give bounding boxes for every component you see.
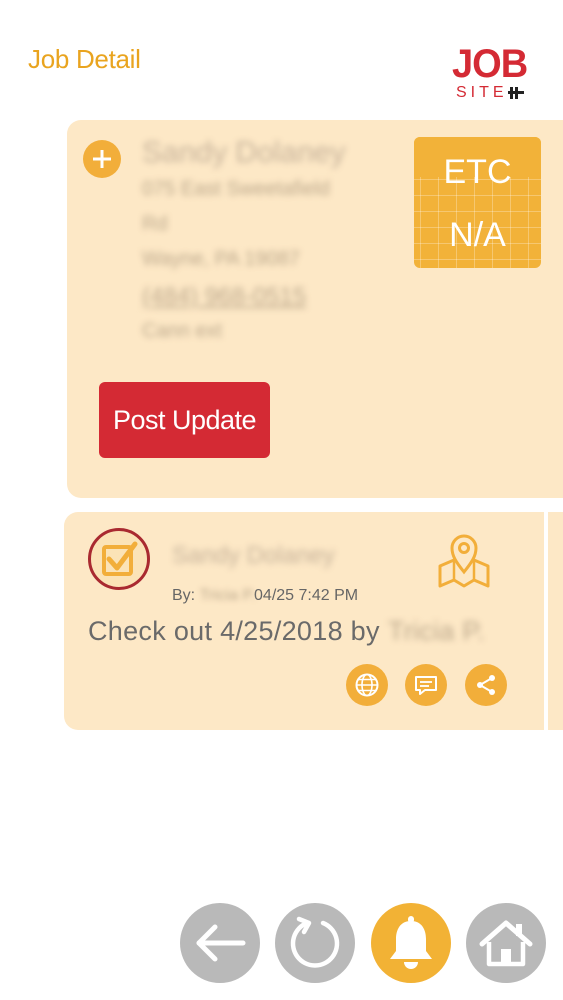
logo-job-text: JOB — [452, 42, 528, 86]
checkout-text: Check out 4/25/2018 by Tricia P. — [88, 616, 485, 647]
phone-link[interactable]: (484) 968-0515 — [142, 283, 306, 311]
refresh-button[interactable] — [275, 903, 355, 983]
logo-mark-icon — [508, 87, 524, 99]
customer-note: Cann ext — [142, 320, 223, 342]
notifications-button[interactable] — [371, 903, 451, 983]
comment-button[interactable] — [405, 664, 447, 706]
etc-calendar-box: ETC N/A — [414, 137, 541, 268]
address-line-3: Wayne, PA 19087 — [142, 248, 300, 270]
home-icon — [479, 920, 533, 967]
by-label: By: — [172, 587, 196, 604]
etc-value: N/A — [449, 216, 506, 254]
arrow-left-icon — [196, 924, 246, 962]
logo-site-text: SITE — [456, 84, 508, 101]
checkmark-icon — [102, 541, 138, 576]
activity-byline: By: Tricia P. 04/25 7:42 PM — [172, 587, 358, 605]
plus-icon — [93, 150, 111, 168]
add-button[interactable] — [83, 140, 121, 178]
comment-icon — [415, 676, 437, 695]
next-card-edge — [548, 512, 563, 730]
address-line-1: 075 East Sweetafield — [142, 178, 330, 200]
share-button[interactable] — [465, 664, 507, 706]
by-user: Tricia P. — [199, 587, 256, 604]
customer-name: Sandy Dolaney — [142, 136, 346, 169]
page-title: Job Detail — [28, 44, 141, 74]
refresh-icon — [290, 916, 340, 968]
address-line-2: Rd — [142, 213, 168, 235]
activity-customer-name: Sandy Dolaney — [172, 542, 335, 569]
map-pin-icon[interactable] — [434, 526, 494, 590]
etc-label: ETC — [443, 153, 512, 191]
home-button[interactable] — [466, 903, 546, 983]
jobsite-logo: JOB SITE — [452, 44, 538, 106]
activity-timestamp: 04/25 7:42 PM — [254, 587, 359, 604]
job-card: Sandy Dolaney 075 East Sweetafield Rd Wa… — [67, 120, 563, 498]
checkout-user: Tricia P. — [387, 616, 486, 646]
activity-card: Sandy Dolaney By: Tricia P. 04/25 7:42 P… — [64, 512, 544, 730]
share-icon — [477, 675, 495, 695]
web-button[interactable] — [346, 664, 388, 706]
bell-icon — [390, 916, 432, 969]
globe-icon — [355, 673, 379, 697]
checkout-label: Check out 4/25/2018 by — [88, 616, 380, 646]
back-button[interactable] — [180, 903, 260, 983]
checkbox-checked-icon[interactable] — [88, 528, 150, 590]
post-update-button[interactable]: Post Update — [99, 382, 270, 458]
